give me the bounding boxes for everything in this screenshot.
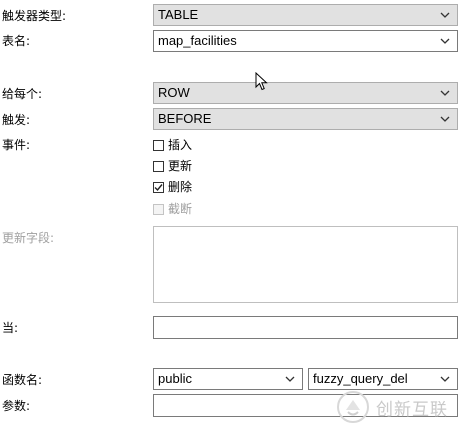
fire-label: 触发: — [2, 113, 31, 127]
watermark-text: 创新互联 — [376, 399, 448, 420]
function-name-select[interactable]: fuzzy_query_del — [308, 368, 458, 390]
mouse-cursor-icon — [255, 72, 268, 91]
checkbox-box[interactable] — [153, 160, 164, 172]
chevron-down-icon — [440, 12, 450, 18]
fire-select[interactable]: BEFORE — [153, 108, 458, 130]
update-fields-label: 更新字段: — [2, 231, 55, 245]
for-each-value: ROW — [158, 85, 190, 100]
table-name-select[interactable]: map_facilities — [153, 30, 458, 52]
chevron-down-icon — [440, 116, 450, 122]
chevron-down-icon — [440, 376, 450, 382]
checkmark-icon — [154, 183, 163, 191]
event-update-checkbox[interactable]: 更新 — [153, 158, 192, 174]
function-schema-value: public — [158, 371, 192, 386]
events-label: 事件: — [2, 138, 31, 152]
chevron-down-icon — [440, 90, 450, 96]
when-label: 当: — [2, 321, 19, 335]
chevron-down-icon — [440, 38, 450, 44]
chevron-down-icon — [285, 376, 295, 382]
params-label: 参数: — [2, 399, 31, 413]
event-insert-checkbox[interactable]: 插入 — [153, 137, 192, 153]
for-each-select[interactable]: ROW — [153, 82, 458, 104]
event-insert-label: 插入 — [168, 138, 193, 152]
trigger-type-value: TABLE — [158, 7, 199, 22]
trigger-type-label: 触发器类型: — [2, 9, 67, 23]
trigger-type-select[interactable]: TABLE — [153, 4, 458, 26]
fire-value: BEFORE — [158, 111, 212, 126]
watermark: 创新互联 — [336, 390, 448, 424]
function-name-value: fuzzy_query_del — [313, 371, 408, 386]
update-fields-textarea — [153, 226, 458, 303]
checkbox-box[interactable] — [153, 139, 164, 151]
for-each-label: 给每个: — [2, 87, 43, 101]
brand-logo-icon — [337, 391, 369, 423]
function-schema-select[interactable]: public — [153, 368, 303, 390]
table-name-value: map_facilities — [158, 33, 237, 48]
event-update-label: 更新 — [168, 159, 193, 173]
table-name-label: 表名: — [2, 34, 31, 48]
checkbox-box[interactable] — [153, 181, 164, 193]
event-truncate-label: 截断 — [168, 202, 193, 216]
when-input[interactable] — [153, 316, 458, 339]
checkbox-box — [153, 203, 164, 215]
event-delete-checkbox[interactable]: 删除 — [153, 179, 192, 195]
function-name-label: 函数名: — [2, 373, 43, 387]
event-truncate-checkbox: 截断 — [153, 201, 192, 217]
event-delete-label: 删除 — [168, 180, 193, 194]
